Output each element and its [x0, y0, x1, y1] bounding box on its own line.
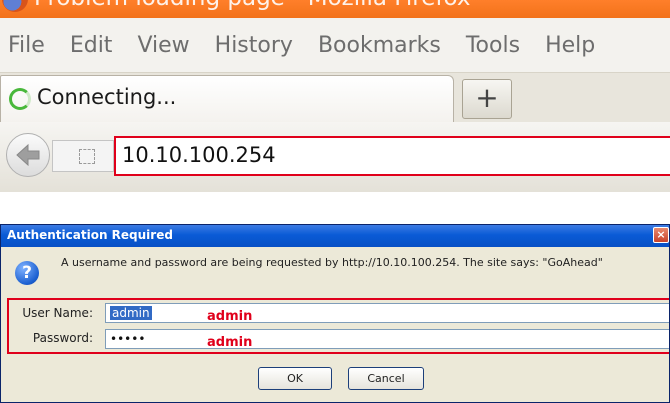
menu-history[interactable]: History [215, 33, 293, 58]
site-identity-button[interactable] [52, 140, 114, 172]
tab-connecting[interactable]: Connecting... [0, 75, 454, 123]
menu-help[interactable]: Help [545, 33, 595, 58]
dialog-titlebar: Authentication Required × [1, 225, 669, 247]
password-label: Password: [32, 331, 93, 345]
firefox-logo-icon [2, 0, 28, 12]
menu-bookmarks[interactable]: Bookmarks [318, 33, 441, 58]
password-field[interactable]: ••••• [105, 329, 669, 349]
window-titlebar: Problem loading page - Mozilla Firefox [0, 0, 670, 18]
username-value: admin [110, 306, 152, 320]
window-title: Problem loading page - Mozilla Firefox [34, 0, 470, 11]
navigation-bar: 10.10.100.254 [0, 122, 670, 192]
dialog-title: Authentication Required [7, 228, 173, 242]
loading-spinner-icon [9, 88, 31, 110]
question-icon: ? [15, 261, 39, 285]
new-tab-button[interactable]: + [462, 79, 512, 119]
back-button[interactable] [6, 133, 50, 177]
address-bar-url: 10.10.100.254 [122, 143, 276, 167]
username-annotation: admin [207, 309, 253, 324]
authentication-dialog: Authentication Required × ? A username a… [0, 224, 670, 403]
site-identity-icon [79, 149, 95, 164]
menu-view[interactable]: View [137, 33, 189, 58]
close-icon[interactable]: × [653, 227, 669, 243]
back-arrow-icon [16, 143, 40, 167]
cancel-button[interactable]: Cancel [348, 367, 424, 390]
credentials-highlight: User Name: admin admin Password: ••••• a… [7, 298, 669, 354]
tab-strip: Connecting... + [0, 72, 670, 123]
dialog-body: ? A username and password are being requ… [1, 247, 669, 402]
tab-title: Connecting... [37, 85, 177, 109]
password-annotation: admin [207, 335, 253, 350]
menu-tools[interactable]: Tools [466, 33, 520, 58]
menu-bar: File Edit View History Bookmarks Tools H… [0, 18, 670, 72]
menu-file[interactable]: File [8, 33, 45, 58]
address-bar[interactable]: 10.10.100.254 [114, 136, 670, 176]
username-field[interactable]: admin [105, 303, 669, 323]
password-value: ••••• [110, 332, 146, 346]
dialog-message: A username and password are being reques… [61, 256, 603, 269]
username-label: User Name: [22, 306, 93, 320]
ok-button[interactable]: OK [258, 367, 332, 390]
menu-edit[interactable]: Edit [70, 33, 113, 58]
browser-window: Problem loading page - Mozilla Firefox F… [0, 0, 670, 192]
